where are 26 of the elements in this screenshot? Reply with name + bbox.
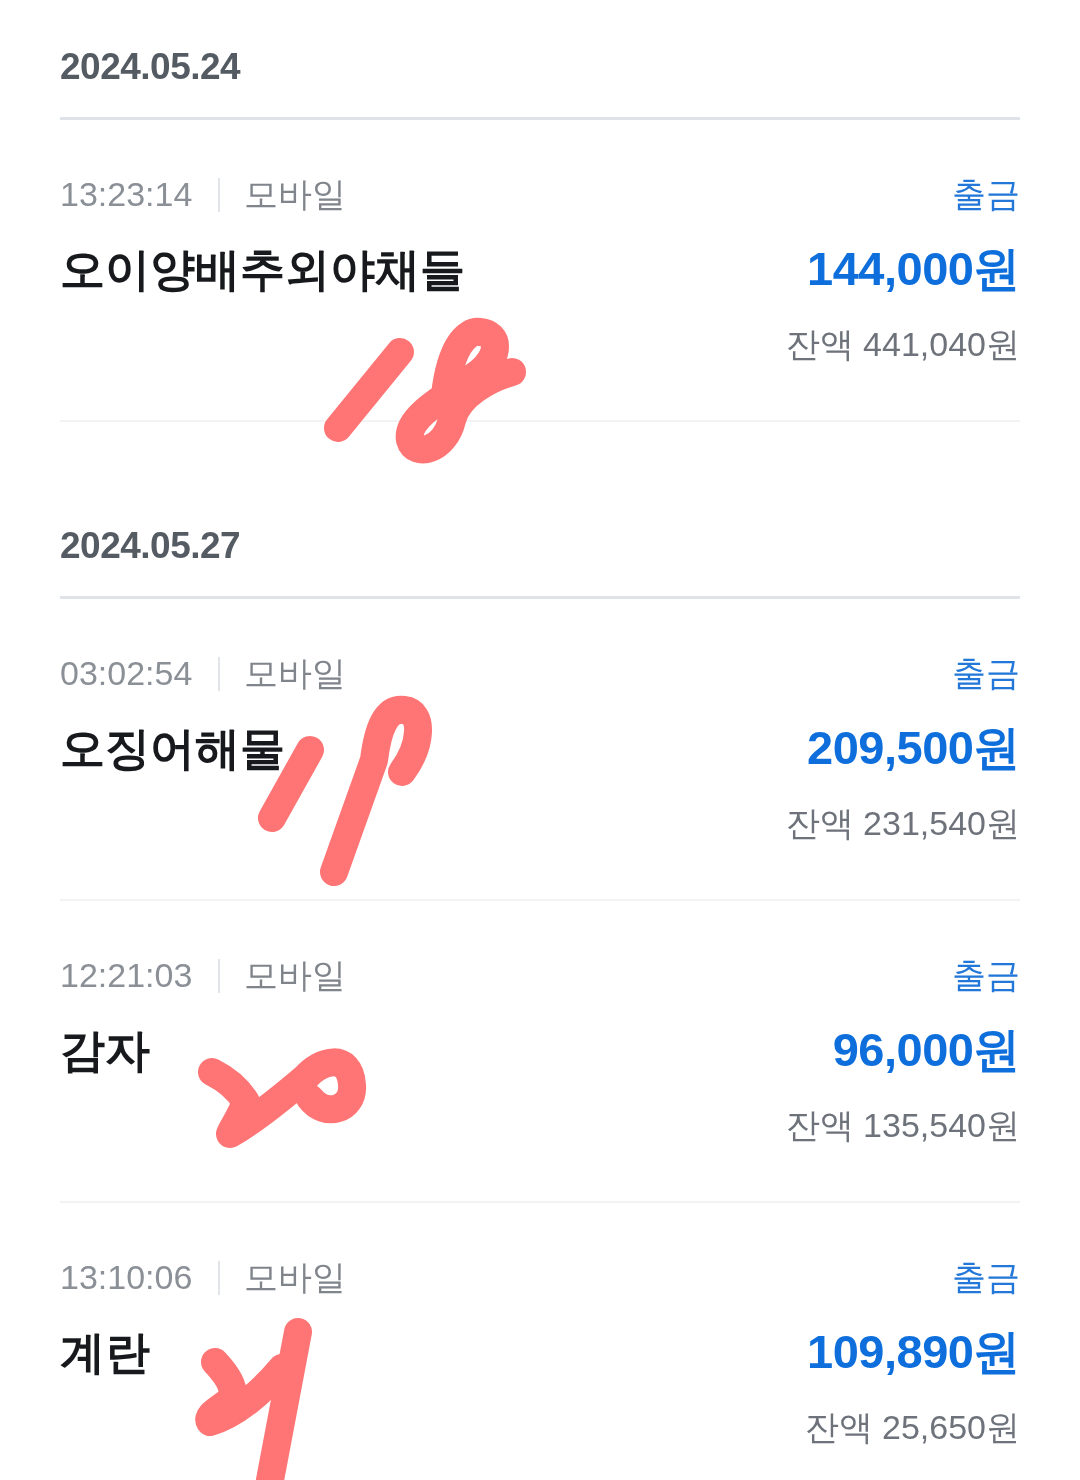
transaction-type-text: 출금 [952,173,1020,215]
transaction-title: 감자 [60,1023,150,1078]
balance-text: 잔액 441,040원 [785,323,1020,365]
channel-text: 모바일 [244,954,347,996]
transaction-title: 오징어해물 [60,721,285,776]
time-text: 12:21:03 [60,956,193,995]
balance-text: 잔액 231,540원 [785,802,1020,844]
amount-text: 96,000원 [832,1022,1020,1078]
transaction-title: 오이양배추외야채들 [60,242,465,297]
transaction-type-text: 출금 [952,652,1020,694]
balance-text: 잔액 135,540원 [785,1104,1020,1146]
channel-text: 모바일 [244,1256,347,1298]
channel-text: 모바일 [244,173,347,215]
amount-text: 109,890원 [807,1324,1020,1380]
date-heading: 2024.05.24 [60,45,241,89]
transaction-type-text: 출금 [952,954,1020,996]
amount-text: 144,000원 [807,241,1020,297]
balance-text: 잔액 25,650원 [804,1406,1020,1448]
time-text: 13:23:14 [60,175,193,214]
date-heading: 2024.05.27 [60,524,241,568]
transaction-title: 계란 [60,1325,150,1380]
time-text: 03:02:54 [60,654,193,693]
time-text: 13:10:06 [60,1258,193,1297]
amount-text: 209,500원 [807,720,1020,776]
channel-text: 모바일 [244,652,347,694]
transaction-type-text: 출금 [952,1256,1020,1298]
